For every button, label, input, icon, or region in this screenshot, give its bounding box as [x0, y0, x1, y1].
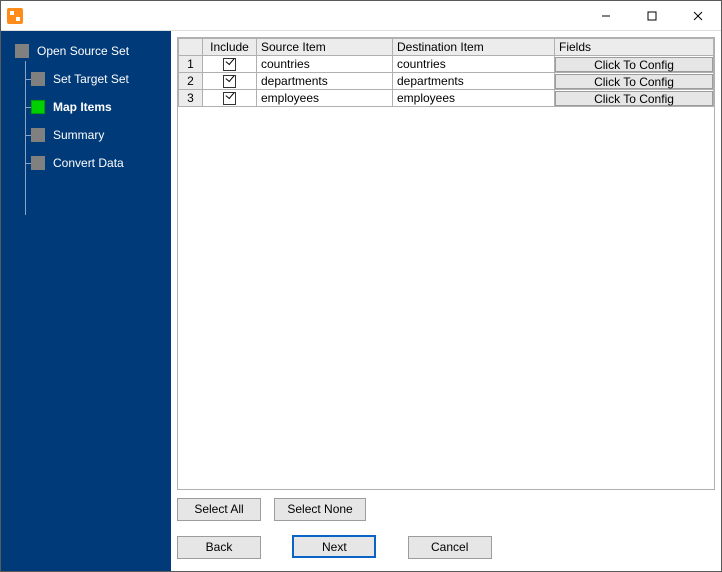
table-row: 3employeesemployeesClick To Config [179, 90, 714, 107]
select-all-button[interactable]: Select All [177, 498, 261, 521]
cell-destination-item[interactable]: departments [393, 73, 555, 90]
cell-source-item[interactable]: countries [257, 56, 393, 73]
col-header-include[interactable]: Include [203, 39, 257, 56]
select-none-button[interactable]: Select None [274, 498, 365, 521]
table-row: 2departmentsdepartmentsClick To Config [179, 73, 714, 90]
items-grid-wrap: Include Source Item Destination Item Fie… [177, 37, 715, 490]
titlebar-left [1, 8, 23, 24]
main-panel: Include Source Item Destination Item Fie… [171, 31, 721, 571]
cell-fields: Click To Config [555, 90, 714, 107]
cell-destination-item[interactable]: countries [393, 56, 555, 73]
window-controls [583, 1, 721, 30]
cell-include [203, 56, 257, 73]
col-header-source[interactable]: Source Item [257, 39, 393, 56]
col-header-dest[interactable]: Destination Item [393, 39, 555, 56]
row-number: 3 [179, 90, 203, 107]
step-label: Summary [53, 128, 104, 142]
wizard-step[interactable]: Open Source Set [1, 37, 171, 65]
step-label: Convert Data [53, 156, 124, 170]
row-number: 2 [179, 73, 203, 90]
body: Open Source Set Set Target Set Map Items Su… [1, 31, 721, 571]
wizard-step[interactable]: Convert Data [1, 149, 171, 177]
cell-source-item[interactable]: employees [257, 90, 393, 107]
step-marker-icon [31, 100, 45, 114]
app-window: Open Source Set Set Target Set Map Items Su… [0, 0, 722, 572]
wizard-nav: Back Next Cancel [171, 527, 721, 571]
minimize-button[interactable] [583, 1, 629, 30]
row-number: 1 [179, 56, 203, 73]
cell-source-item[interactable]: departments [257, 73, 393, 90]
wizard-step[interactable]: Map Items [1, 93, 171, 121]
step-marker-icon [31, 128, 45, 142]
cell-fields: Click To Config [555, 73, 714, 90]
next-button[interactable]: Next [292, 535, 376, 558]
cell-destination-item[interactable]: employees [393, 90, 555, 107]
col-header-fields[interactable]: Fields [555, 39, 714, 56]
step-label: Set Target Set [53, 72, 129, 86]
cell-fields: Click To Config [555, 56, 714, 73]
step-label: Open Source Set [37, 44, 129, 58]
wizard-step[interactable]: Summary [1, 121, 171, 149]
wizard-step[interactable]: Set Target Set [1, 65, 171, 93]
include-checkbox[interactable] [223, 75, 236, 88]
cell-include [203, 90, 257, 107]
step-marker-icon [15, 44, 29, 58]
include-checkbox[interactable] [223, 58, 236, 71]
cancel-button[interactable]: Cancel [408, 536, 492, 559]
cell-include [203, 73, 257, 90]
wizard-tree: Open Source Set Set Target Set Map Items Su… [1, 37, 171, 177]
config-fields-button[interactable]: Click To Config [555, 57, 713, 72]
config-fields-button[interactable]: Click To Config [555, 91, 713, 106]
wizard-sidebar: Open Source Set Set Target Set Map Items Su… [1, 31, 171, 571]
items-grid: Include Source Item Destination Item Fie… [178, 38, 714, 107]
selection-buttons: Select All Select None [171, 494, 721, 527]
config-fields-button[interactable]: Click To Config [555, 74, 713, 89]
close-button[interactable] [675, 1, 721, 30]
step-marker-icon [31, 156, 45, 170]
titlebar [1, 1, 721, 31]
app-icon [7, 8, 23, 24]
grid-corner [179, 39, 203, 56]
maximize-button[interactable] [629, 1, 675, 30]
step-label: Map Items [53, 100, 112, 114]
back-button[interactable]: Back [177, 536, 261, 559]
include-checkbox[interactable] [223, 92, 236, 105]
step-marker-icon [31, 72, 45, 86]
table-row: 1countriescountriesClick To Config [179, 56, 714, 73]
